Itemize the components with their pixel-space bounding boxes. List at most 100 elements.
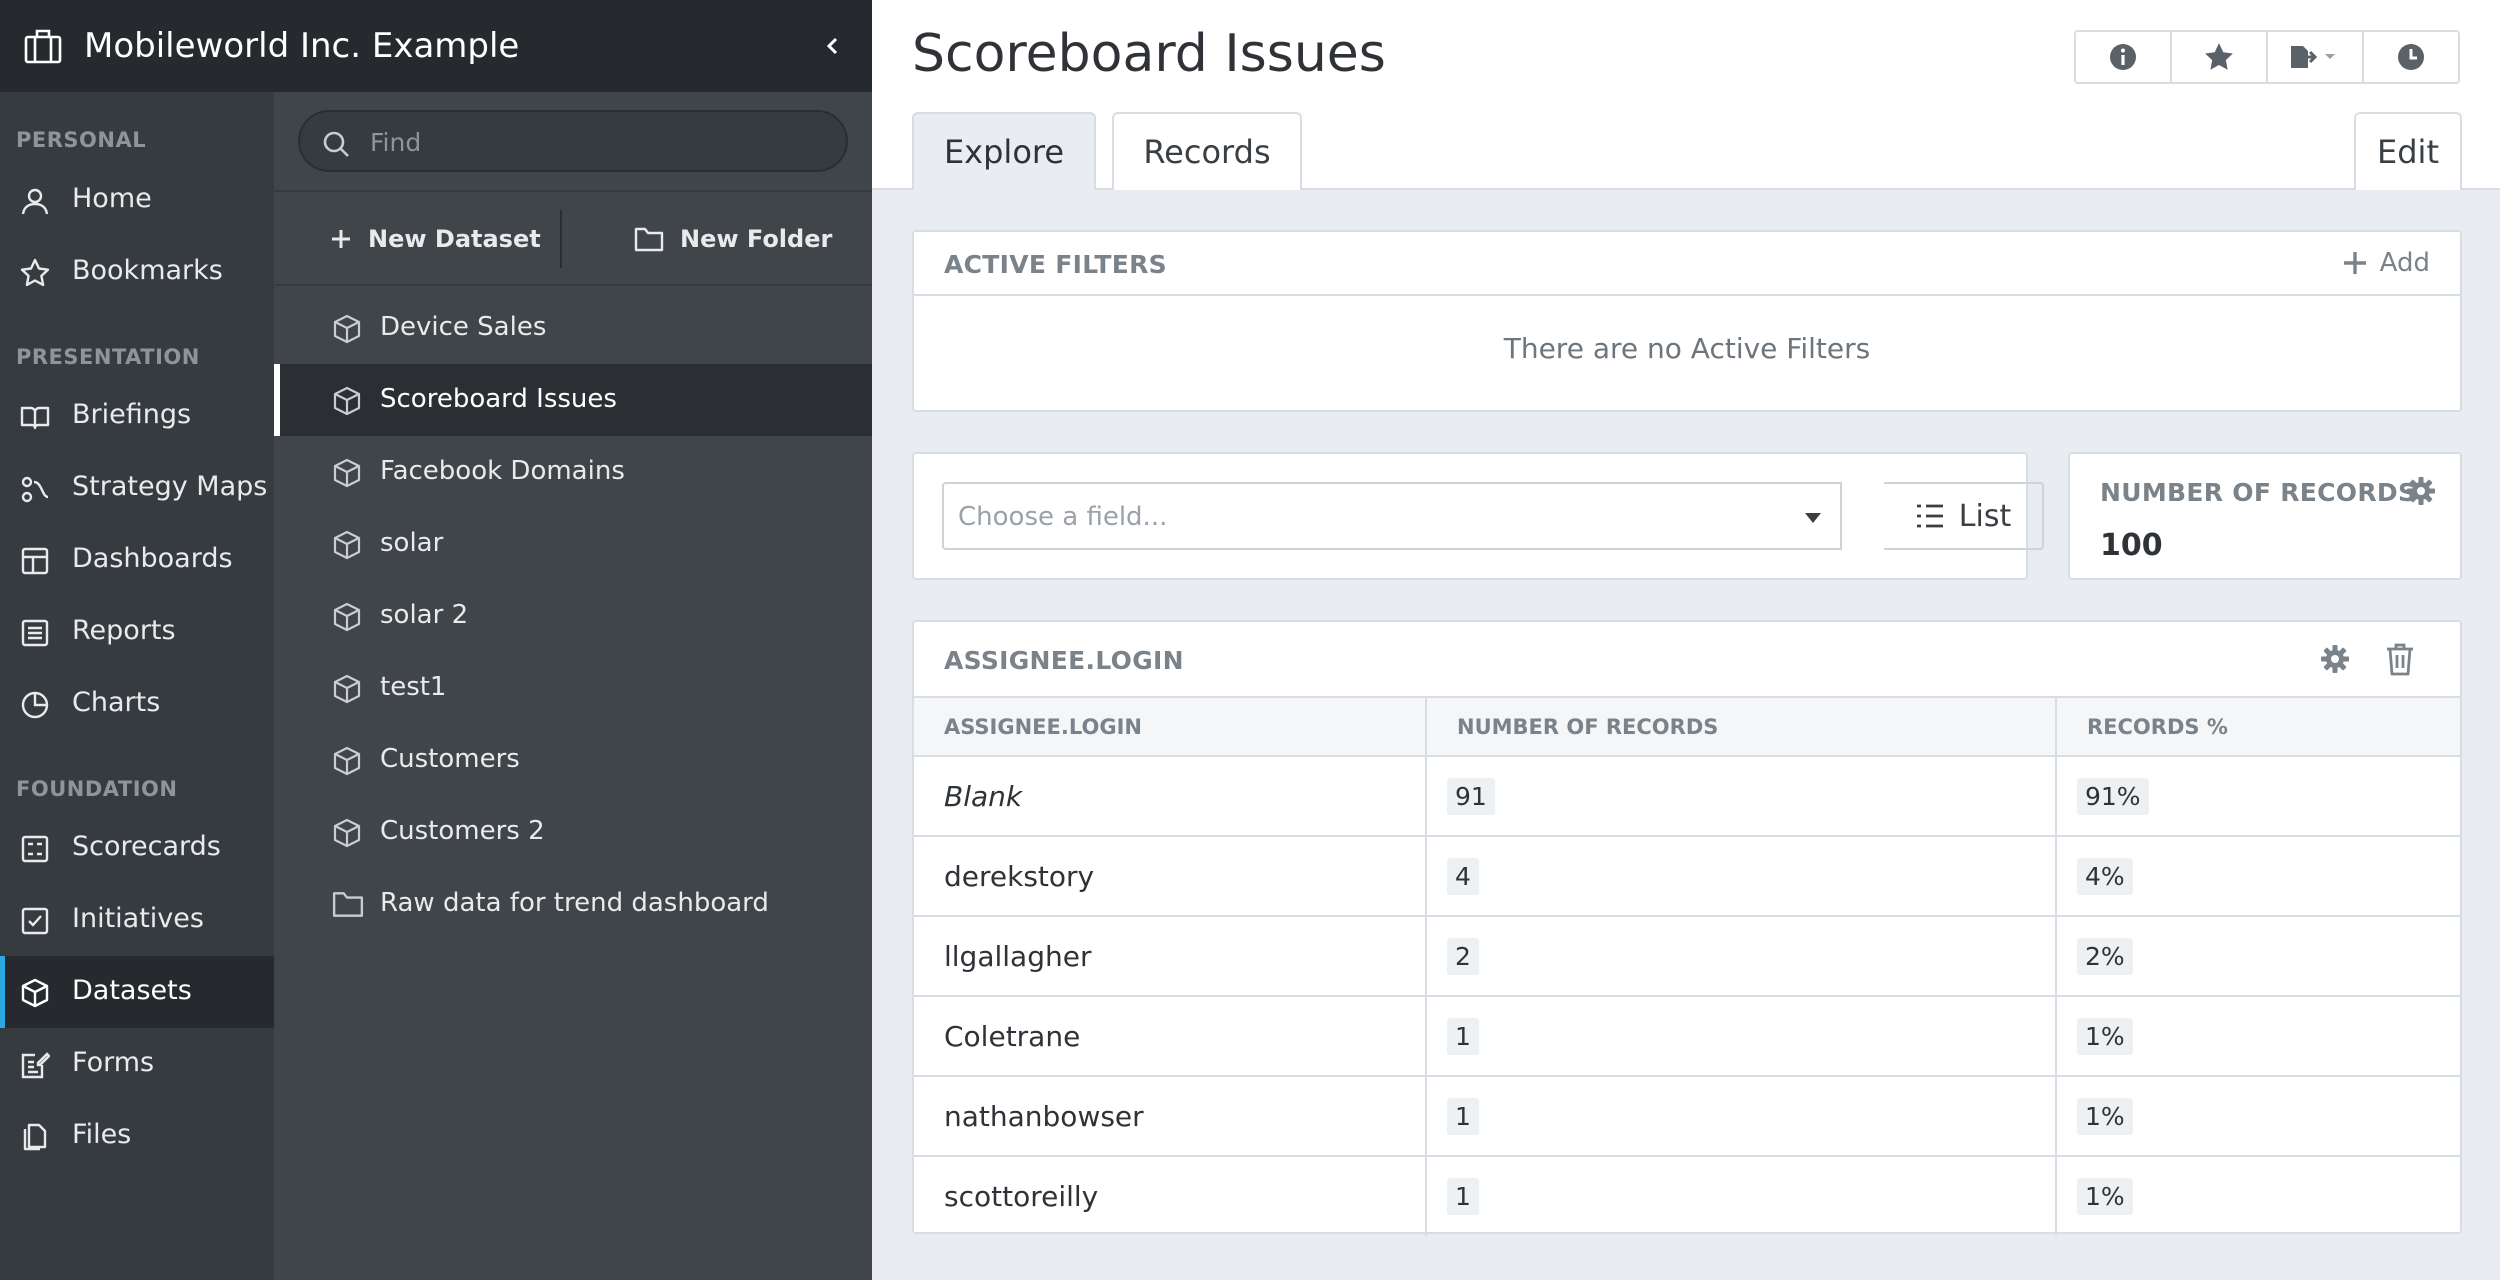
table-row[interactable]: derekstory 4 4% (914, 836, 2460, 917)
nav-section-presentation: PRESENTATION (16, 345, 200, 369)
briefcase-icon (24, 28, 62, 64)
dataset-item[interactable]: Raw data for trend dashboard (274, 868, 872, 940)
nav-item-forms[interactable]: Forms (0, 1028, 274, 1100)
nav-item-label: Bookmarks (72, 255, 223, 286)
dataset-item-label: Device Sales (380, 312, 547, 342)
nav-item-datasets[interactable]: Datasets (0, 956, 274, 1028)
cell-percent-wrap: 91% (2056, 756, 2460, 837)
dataset-item[interactable]: Customers 2 (274, 796, 872, 868)
nav-item-home[interactable]: Home (0, 164, 274, 236)
plus-icon (330, 228, 368, 250)
record-count-value: 100 (2100, 528, 2163, 563)
tab-records[interactable]: Records (1112, 112, 1302, 190)
folder-icon (634, 226, 680, 252)
nav-item-label: Strategy Maps (72, 471, 268, 502)
dataset-item-label: test1 (380, 672, 447, 702)
info-icon (2108, 42, 2138, 72)
edit-button[interactable]: Edit (2354, 112, 2462, 190)
cube-icon (332, 314, 362, 344)
cell-login: derekstory (914, 836, 1427, 917)
nav-section-foundation: FOUNDATION (16, 777, 178, 801)
nav-item-files[interactable]: Files (0, 1100, 274, 1172)
report-icon (20, 618, 50, 648)
dataset-item[interactable]: Scoreboard Issues (274, 364, 872, 436)
find-box[interactable] (298, 110, 848, 172)
cube-icon (332, 386, 362, 416)
table-row[interactable]: Blank 91 91% (914, 756, 2460, 837)
no-filters-message: There are no Active Filters (1503, 332, 1871, 365)
cell-login: nathanbowser (914, 1076, 1427, 1157)
nav-item-label: Initiatives (72, 903, 204, 934)
table-row[interactable]: llgallagher 2 2% (914, 916, 2460, 997)
nav-item-label: Forms (72, 1047, 155, 1078)
table-row[interactable]: Coletrane 1 1% (914, 996, 2460, 1077)
nav-item-scorecards[interactable]: Scorecards (0, 812, 274, 884)
trash-icon[interactable] (2384, 642, 2416, 676)
dataset-item-label: solar (380, 528, 444, 558)
dataset-item[interactable]: Customers (274, 724, 872, 796)
nav-item-strategy-maps[interactable]: Strategy Maps (0, 452, 274, 524)
export-button[interactable] (2268, 32, 2364, 82)
nav-item-label: Reports (72, 615, 176, 646)
cube-icon (332, 602, 362, 632)
cell-count-wrap: 1 (1426, 1156, 2057, 1236)
add-filter-label: Add (2379, 248, 2430, 278)
nav-item-charts[interactable]: Charts (0, 668, 274, 740)
page-header: Scoreboard Issues Explore Records Edit (872, 0, 2500, 190)
dataset-item-label: Customers (380, 744, 520, 774)
new-folder-label: New Folder (680, 225, 833, 253)
dataset-item[interactable]: solar (274, 508, 872, 580)
cell-count: 91 (1447, 777, 1495, 815)
nav-item-reports[interactable]: Reports (0, 596, 274, 668)
active-filters-title: ACTIVE FILTERS (944, 250, 1167, 279)
column-header-login[interactable]: ASSIGNEE.LOGIN (914, 698, 1427, 757)
nav-item-initiatives[interactable]: Initiatives (0, 884, 274, 956)
dataset-item-label: Customers 2 (380, 816, 545, 846)
table-row[interactable]: nathanbowser 1 1% (914, 1076, 2460, 1157)
search-input[interactable] (370, 124, 810, 160)
tab-explore[interactable]: Explore (912, 112, 1096, 190)
cell-count-wrap: 4 (1426, 836, 2057, 917)
nav-item-bookmarks[interactable]: Bookmarks (0, 236, 274, 308)
gear-icon[interactable] (2320, 644, 2350, 674)
table-row[interactable]: scottoreilly 1 1% (914, 1156, 2460, 1236)
add-filter-button[interactable]: Add (2342, 248, 2430, 278)
new-folder-button[interactable]: New Folder (634, 212, 832, 266)
main-content: Scoreboard Issues Explore Records Edit A… (872, 0, 2500, 1280)
panel-actions: New Dataset New Folder (274, 190, 872, 286)
cell-percent-wrap: 1% (2056, 1076, 2460, 1157)
cell-login: Blank (914, 756, 1427, 837)
list-button[interactable]: List (1884, 482, 2044, 550)
field-chooser-card: Choose a field... List (912, 452, 2044, 580)
dataset-item-label: Facebook Domains (380, 456, 625, 486)
column-header-count[interactable]: NUMBER OF RECORDS (1426, 698, 2057, 757)
cell-login: llgallagher (914, 916, 1427, 997)
dataset-item[interactable]: test1 (274, 652, 872, 724)
gear-icon[interactable] (2406, 476, 2436, 506)
pie-chart-icon (20, 690, 50, 720)
bookmark-button[interactable] (2172, 32, 2268, 82)
info-button[interactable] (2076, 32, 2172, 82)
field-select[interactable]: Choose a field... (942, 482, 1842, 550)
assignee-table: ASSIGNEE.LOGIN NUMBER OF RECORDS RECORDS… (914, 698, 2460, 1236)
dataset-item[interactable]: Facebook Domains (274, 436, 872, 508)
caret-down-icon (1804, 512, 1822, 524)
divider (560, 210, 562, 268)
collapse-nav-chevron-icon[interactable] (818, 28, 846, 64)
cell-percent-wrap: 4% (2056, 836, 2460, 917)
org-name: Mobileworld Inc. Example (84, 26, 520, 66)
nav-item-dashboards[interactable]: Dashboards (0, 524, 274, 596)
dataset-item[interactable]: solar 2 (274, 580, 872, 652)
cube-icon (332, 458, 362, 488)
cell-count-wrap: 1 (1426, 1076, 2057, 1157)
dataset-item-label: Scoreboard Issues (380, 384, 617, 414)
cell-percent-wrap: 1% (2056, 1156, 2460, 1236)
history-button[interactable] (2364, 32, 2458, 82)
column-header-percent[interactable]: RECORDS % (2056, 698, 2460, 757)
strategy-map-icon (20, 474, 50, 504)
nav-item-briefings[interactable]: Briefings (0, 380, 274, 452)
dataset-item[interactable]: Device Sales (274, 292, 872, 364)
new-dataset-button[interactable]: New Dataset (330, 212, 541, 266)
cell-login: scottoreilly (914, 1156, 1427, 1236)
main-nav: PERSONAL Home Bookmarks PRESENTATION Bri… (0, 0, 274, 1280)
